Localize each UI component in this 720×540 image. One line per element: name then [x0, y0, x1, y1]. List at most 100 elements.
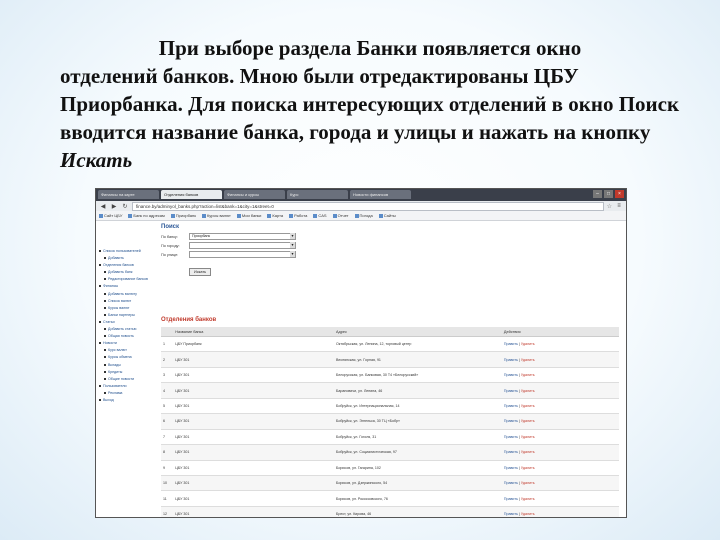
- sidebar-item[interactable]: Общая новость: [98, 334, 158, 339]
- sidebar-item[interactable]: Кредиты: [98, 370, 158, 375]
- actions-cell: Править | Удалить: [501, 506, 619, 517]
- sidebar-item[interactable]: Финансы: [98, 284, 158, 289]
- edit-link[interactable]: Править: [504, 342, 518, 346]
- minimize-icon[interactable]: –: [593, 190, 602, 198]
- forward-icon[interactable]: ▶: [110, 203, 118, 210]
- row-number: 4: [161, 382, 174, 399]
- sidebar-item[interactable]: Добавить банк: [98, 270, 158, 275]
- tab-bar: Финансы на карте Отделения банков Финанс…: [96, 189, 626, 201]
- edit-link[interactable]: Править: [504, 466, 518, 470]
- menu-icon[interactable]: ≡: [615, 203, 623, 209]
- sidebar-item[interactable]: Добавить валюту: [98, 292, 158, 297]
- delete-link[interactable]: Удалить: [521, 342, 535, 346]
- actions-cell: Править | Удалить: [501, 351, 619, 368]
- sidebar-item[interactable]: Новости: [98, 341, 158, 346]
- delete-link[interactable]: Удалить: [521, 450, 535, 454]
- bank-name-cell: ЦБУ 301: [173, 460, 334, 476]
- browser-tab[interactable]: Финансы и курсы: [224, 190, 285, 199]
- bookmark-link[interactable]: Карта: [267, 213, 283, 218]
- browser-tab[interactable]: Новости финансов: [350, 190, 411, 199]
- address-cell: Бобруйск, ул. Социалистическая, 97: [334, 444, 502, 461]
- sidebar-item[interactable]: Выход: [98, 398, 158, 403]
- browser-tab-active[interactable]: Отделения банков: [161, 190, 222, 199]
- delete-link[interactable]: Удалить: [521, 419, 535, 423]
- edit-link[interactable]: Править: [504, 358, 518, 362]
- bookmark-link[interactable]: Сайт ЦБУ: [99, 213, 122, 218]
- table-row: 7 ЦБУ 301 Бобруйск, ул. Гоголя, 31 Править …: [161, 429, 619, 446]
- sidebar-item[interactable]: Банки партнеры: [98, 313, 158, 318]
- actions-cell: Править | Удалить: [501, 475, 619, 492]
- bank-name-cell: ЦБУ 301: [173, 398, 334, 415]
- sidebar-item[interactable]: Курс валют: [98, 348, 158, 353]
- sidebar-item[interactable]: Вклады: [98, 363, 158, 368]
- edit-link[interactable]: Править: [504, 404, 518, 408]
- sidebar-item[interactable]: Статьи: [98, 320, 158, 325]
- delete-link[interactable]: Удалить: [521, 358, 535, 362]
- browser-tab[interactable]: Финансы на карте: [98, 190, 159, 199]
- street-filter-select[interactable]: [189, 251, 296, 258]
- sidebar-item[interactable]: Курсы валют: [98, 306, 158, 311]
- bookmark-link[interactable]: Работа: [289, 213, 307, 218]
- branches-table: Название банка Адрес Действия 1 ЦБУ Приор…: [161, 327, 619, 517]
- delete-link[interactable]: Удалить: [521, 481, 535, 485]
- edit-link[interactable]: Править: [504, 435, 518, 439]
- bookmark-link[interactable]: Мои банки: [237, 213, 262, 218]
- bank-filter-select[interactable]: Приорбанк: [189, 233, 296, 240]
- sidebar-item[interactable]: Редактирование банков: [98, 277, 158, 282]
- table-row: 8 ЦБУ 301 Бобруйск, ул. Социалистическая, …: [161, 444, 619, 461]
- address-cell: Борисов, ул. Дзержинского, 54: [334, 475, 502, 492]
- search-button[interactable]: Искать: [189, 268, 212, 276]
- edit-link[interactable]: Править: [504, 512, 518, 516]
- branches-section-title: Отделения банков: [161, 317, 217, 323]
- delete-link[interactable]: Удалить: [521, 373, 535, 377]
- delete-link[interactable]: Удалить: [521, 389, 535, 393]
- address-cell: Октябрьская, ул. Ленина, 12, торговый це…: [334, 336, 502, 353]
- sidebar-item[interactable]: Пользователи: [98, 384, 158, 389]
- edit-link[interactable]: Править: [504, 450, 518, 454]
- maximize-icon[interactable]: □: [604, 190, 613, 198]
- sidebar-item[interactable]: Добавить статью: [98, 327, 158, 332]
- bookmark-link[interactable]: Курсы валют: [202, 213, 231, 218]
- close-icon[interactable]: ×: [615, 190, 624, 198]
- sidebar-item[interactable]: Реклама: [98, 391, 158, 396]
- bookmark-star-icon[interactable]: ☆: [607, 203, 612, 210]
- row-number: 8: [161, 444, 174, 461]
- sidebar-item[interactable]: Список валют: [98, 299, 158, 304]
- row-number: 1: [161, 336, 174, 353]
- sidebar-item[interactable]: Список пользователей: [98, 249, 158, 254]
- edit-link[interactable]: Править: [504, 373, 518, 377]
- delete-link[interactable]: Удалить: [521, 404, 535, 408]
- bank-name-cell: ЦБУ 301: [173, 351, 334, 368]
- back-icon[interactable]: ◀: [99, 203, 107, 210]
- actions-cell: Править | Удалить: [501, 490, 619, 507]
- bookmark-link[interactable]: Банк по адресам: [128, 213, 164, 218]
- delete-link[interactable]: Удалить: [521, 435, 535, 439]
- address-cell: Борисов, ул. Гагарина, 102: [334, 460, 502, 476]
- delete-link[interactable]: Удалить: [521, 512, 535, 516]
- window-controls: – □ ×: [593, 190, 624, 198]
- bank-name-cell: ЦБУ 301: [173, 490, 334, 507]
- bookmark-link[interactable]: Погода: [355, 213, 373, 218]
- sidebar-item[interactable]: Общие новости: [98, 377, 158, 382]
- bookmark-link[interactable]: Сайты: [379, 213, 396, 218]
- edit-link[interactable]: Править: [504, 419, 518, 423]
- table-row: 12 ЦБУ 301 Брест, ул. Кирова, 46 Править | …: [161, 506, 619, 517]
- delete-link[interactable]: Удалить: [521, 466, 535, 470]
- sidebar-item[interactable]: Отделения банков: [98, 263, 158, 268]
- reload-icon[interactable]: ↻: [121, 203, 129, 210]
- caption-emphasis: Искать: [60, 148, 133, 172]
- edit-link[interactable]: Править: [504, 481, 518, 485]
- address-bar[interactable]: finance.by/adminyol_banks.php?action=lis…: [132, 201, 604, 211]
- city-filter-select[interactable]: [189, 242, 296, 249]
- sidebar-item[interactable]: Добавить: [98, 256, 158, 261]
- edit-link[interactable]: Править: [504, 497, 518, 501]
- bookmark-link[interactable]: Приорбанк: [171, 213, 196, 218]
- browser-toolbar: ◀ ▶ ↻ finance.by/adminyol_banks.php?acti…: [96, 201, 626, 211]
- bookmark-link[interactable]: CAS: [313, 213, 326, 218]
- delete-link[interactable]: Удалить: [521, 497, 535, 501]
- bookmarks-bar: Сайт ЦБУ Банк по адресам Приорбанк Курсы…: [96, 211, 626, 221]
- bookmark-link[interactable]: Отчет: [333, 213, 349, 218]
- edit-link[interactable]: Править: [504, 389, 518, 393]
- sidebar-item[interactable]: Курсы обмена: [98, 355, 158, 360]
- browser-tab[interactable]: Курс: [287, 190, 348, 199]
